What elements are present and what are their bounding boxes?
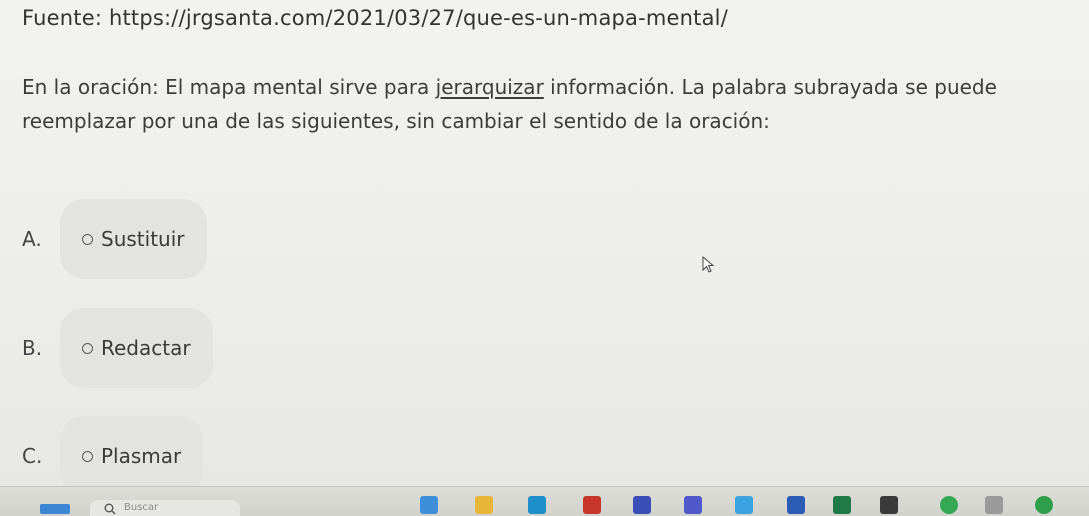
onenote-icon[interactable] [880, 496, 898, 514]
underlined-word: jerarquizar [435, 75, 544, 99]
option-b-choice[interactable]: Redactar [60, 308, 213, 388]
option-a-choice[interactable]: Sustituir [60, 199, 207, 279]
option-label: Plasmar [101, 444, 182, 468]
screen: Fuente: https://jrgsanta.com/2021/03/27/… [0, 0, 1089, 516]
radio-icon[interactable] [82, 233, 93, 245]
mouse-pointer-icon [702, 256, 715, 273]
notes-icon[interactable] [633, 496, 651, 514]
option-a: A. Sustituir [22, 199, 207, 279]
tool-icon[interactable] [985, 496, 1003, 514]
option-letter: B. [22, 336, 43, 360]
radio-icon[interactable] [82, 450, 93, 462]
option-letter: C. [22, 444, 43, 468]
file-explorer-icon[interactable] [475, 496, 493, 514]
search-icon [104, 503, 116, 515]
word-icon[interactable] [787, 496, 805, 514]
chrome-canary-icon[interactable] [1035, 496, 1053, 514]
option-b: B. Redactar [22, 308, 213, 388]
option-label: Sustituir [101, 227, 185, 251]
start-button[interactable] [40, 504, 70, 514]
question-before: En la oración: El mapa mental sirve para [22, 75, 436, 99]
edge-icon[interactable] [528, 496, 546, 514]
source-citation: Fuente: https://jrgsanta.com/2021/03/27/… [22, 6, 728, 30]
photos-icon[interactable] [735, 496, 753, 514]
teams-icon[interactable] [684, 496, 702, 514]
radio-icon[interactable] [82, 342, 93, 354]
search-placeholder: Buscar [124, 502, 159, 513]
widgets-icon[interactable] [420, 496, 438, 514]
option-c: C. Plasmar [22, 416, 204, 496]
acrobat-icon[interactable] [583, 496, 601, 514]
option-c-choice[interactable]: Plasmar [60, 416, 204, 496]
option-letter: A. [22, 227, 42, 251]
question-text: En la oración: El mapa mental sirve para… [22, 70, 1077, 138]
option-label: Redactar [101, 336, 191, 360]
source-text: Fuente: https://jrgsanta.com/2021/03/27/… [22, 6, 728, 30]
excel-icon[interactable] [833, 496, 851, 514]
chrome-icon[interactable] [940, 496, 958, 514]
